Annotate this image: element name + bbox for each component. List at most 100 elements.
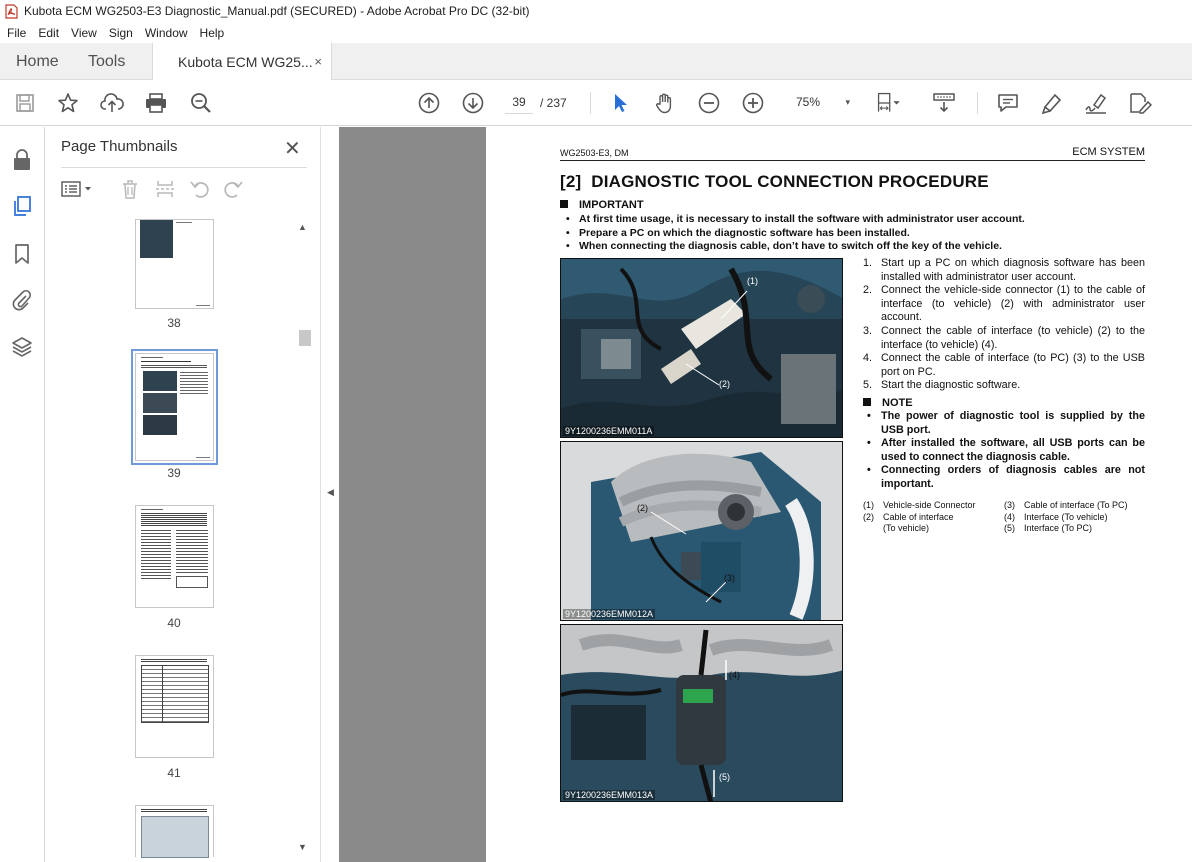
comment-icon[interactable] — [996, 91, 1020, 115]
thumbnail-options-icon[interactable] — [61, 179, 95, 199]
attachment-paperclip-icon[interactable] — [10, 288, 34, 312]
callout-label: (1) — [747, 276, 758, 286]
header-rule — [560, 160, 1145, 161]
important-item: Prepare a PC on which the diagnostic sof… — [566, 227, 1126, 241]
tab-bar: Home Tools Kubota ECM WG25... × — [0, 43, 1192, 81]
extract-pages-icon[interactable] — [155, 179, 175, 199]
zoom-level-select[interactable]: 75% ▾ — [786, 91, 854, 114]
step-text: Connect the cable of interface (to vehic… — [881, 324, 1145, 351]
document-viewer[interactable]: WG2503-E3, DM ECM SYSTEM [2] DIAGNOSTIC … — [339, 127, 1192, 862]
menu-window[interactable]: Window — [139, 26, 194, 40]
scroll-mode-icon[interactable] — [932, 91, 956, 115]
highlight-pen-icon[interactable] — [1040, 91, 1064, 115]
menu-help[interactable]: Help — [194, 26, 231, 40]
step-number: 3. — [863, 324, 873, 337]
legend-key — [863, 523, 883, 535]
callout-label: (2) — [637, 503, 648, 513]
bookmarks-icon[interactable] — [10, 242, 34, 266]
menu-view[interactable]: View — [65, 26, 103, 40]
sign-pen-icon[interactable] — [1084, 91, 1108, 115]
tab-document[interactable]: Kubota ECM WG25... × — [152, 43, 332, 81]
page-fit-icon[interactable] — [876, 91, 900, 115]
step-text: Connect the vehicle-side connector (1) t… — [881, 284, 1145, 324]
menu-sign[interactable]: Sign — [103, 26, 139, 40]
window-titlebar: Kubota ECM WG2503-E3 Diagnostic_Manual.p… — [0, 0, 1192, 22]
legend-row: (4) Interface (To vehicle) — [1004, 512, 1154, 524]
important-heading: IMPORTANT — [560, 199, 644, 211]
step-number: 5. — [863, 379, 873, 392]
collapse-panel-icon[interactable]: ◀ — [327, 487, 334, 498]
thumbnail-page-42[interactable] — [135, 805, 214, 858]
rotate-counterclockwise-icon[interactable] — [189, 179, 211, 199]
thumbnail-scrollbar[interactable]: ▲ ▼ — [297, 220, 311, 860]
thumbnail-page-39[interactable] — [131, 349, 218, 465]
bookmark-star-icon[interactable] — [56, 91, 80, 115]
rotate-clockwise-icon[interactable] — [222, 179, 244, 199]
tab-close-icon[interactable]: × — [314, 54, 322, 69]
save-icon[interactable] — [13, 91, 37, 115]
thumbnail-page-40[interactable] — [135, 505, 214, 608]
legend-value: Vehicle-side Connector — [883, 500, 976, 510]
scroll-up-icon[interactable]: ▲ — [298, 222, 307, 232]
legend-key: (3) — [1004, 500, 1015, 510]
note-text: After installed the software, all USB po… — [881, 437, 1145, 463]
legend-key: (1) — [863, 500, 874, 510]
tab-tools[interactable]: Tools — [88, 43, 125, 80]
menu-edit[interactable]: Edit — [32, 26, 65, 40]
step-text: Start up a PC on which diagnosis softwar… — [881, 257, 1145, 283]
print-icon[interactable] — [144, 91, 168, 115]
tab-home[interactable]: Home — [16, 43, 59, 80]
page-title: [2] DIAGNOSTIC TOOL CONNECTION PROCEDURE — [560, 172, 989, 191]
legend-value: Interface (To PC) — [1024, 523, 1093, 533]
callout-label: (3) — [724, 573, 735, 583]
zoom-search-icon[interactable] — [189, 91, 213, 115]
layers-icon[interactable] — [10, 335, 34, 359]
note-heading-label: NOTE — [882, 397, 913, 409]
panel-title: Page Thumbnails — [61, 138, 178, 155]
thumbnail-text-block — [141, 530, 171, 580]
legend-row: (5) Interface (To PC) — [1004, 523, 1154, 535]
panel-collapse-strip[interactable]: ◀ — [320, 127, 339, 862]
step-text: Start the diagnostic software. — [881, 379, 1021, 392]
page-thumbnails-icon[interactable] — [10, 194, 34, 218]
select-cursor-icon[interactable] — [608, 91, 632, 115]
upload-cloud-icon[interactable] — [100, 91, 124, 115]
important-item: When connecting the diagnosis cable, don… — [566, 240, 1126, 254]
legend-column-left: (1) Vehicle-side Connector (2) Cable of in… — [863, 500, 1003, 535]
note-text: The power of diagnostic tool is supplied… — [881, 410, 1145, 436]
scrollbar-thumb[interactable] — [299, 330, 311, 346]
close-panel-icon[interactable]: ✕ — [284, 136, 301, 161]
thumbnail-image — [141, 816, 209, 858]
zoom-in-icon[interactable] — [741, 91, 765, 115]
photo-engine-intake: (2) (3) 9Y1200236EMM012A — [560, 441, 843, 621]
thumbnail-text-line — [196, 457, 210, 458]
page-number-input[interactable]: 39 — [505, 91, 533, 114]
page-count: / 237 — [540, 96, 567, 110]
thumbnail-text-block — [141, 659, 207, 663]
step-number: 4. — [863, 352, 873, 365]
photo-interface-module: (4) (5) 9Y1200236EMM013A — [560, 624, 843, 802]
acrobat-pdf-icon — [5, 3, 18, 19]
thumbnail-text-block — [176, 530, 208, 574]
thumbnail-image — [143, 415, 177, 435]
thumbnail-label-38: 38 — [167, 316, 181, 330]
scroll-down-icon[interactable]: ▼ — [298, 842, 307, 852]
previous-page-icon[interactable] — [417, 91, 441, 115]
hand-tool-icon[interactable] — [653, 91, 677, 115]
lock-icon[interactable] — [10, 148, 34, 172]
legend-value: (To vehicle) — [883, 523, 930, 533]
thumbnail-page-41[interactable] — [135, 655, 214, 758]
zoom-out-icon[interactable] — [697, 91, 721, 115]
pdf-page: WG2503-E3, DM ECM SYSTEM [2] DIAGNOSTIC … — [486, 127, 1192, 862]
edit-document-icon[interactable] — [1128, 91, 1152, 115]
menu-file[interactable]: File — [0, 26, 32, 40]
legend-key: (5) — [1004, 523, 1015, 533]
legend-row: (To vehicle) — [863, 523, 1003, 535]
legend-value: Interface (To vehicle) — [1024, 511, 1108, 522]
step-item: 3. Connect the cable of interface (to veh… — [863, 325, 1145, 352]
callout-label: (5) — [719, 772, 730, 782]
delete-page-icon[interactable] — [120, 179, 140, 199]
note-item: The power of diagnostic tool is supplied… — [867, 410, 1145, 437]
next-page-icon[interactable] — [461, 91, 485, 115]
thumbnail-page-38[interactable] — [135, 219, 214, 309]
